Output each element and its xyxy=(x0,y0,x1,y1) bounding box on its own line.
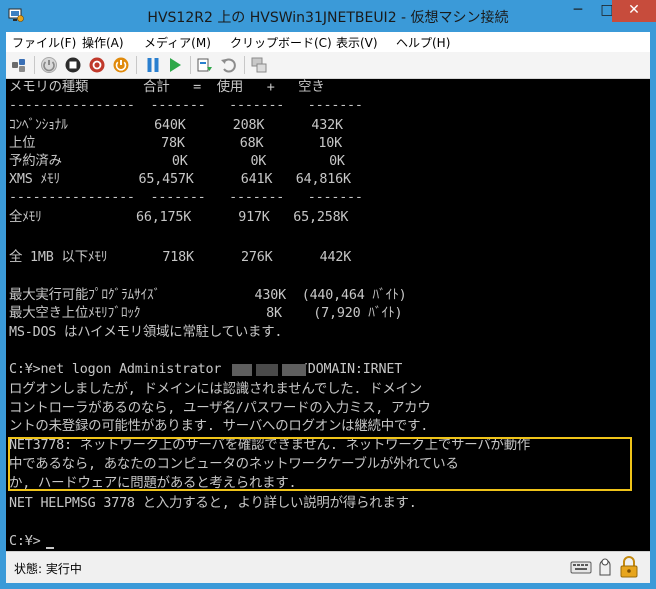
toolbar xyxy=(6,52,650,79)
title-bar[interactable]: HVS12R2 上の HVSWin31JNETBEUI2 - 仮想マシン接続 ─… xyxy=(0,0,656,32)
console-line: NET HELPMSG 3778 と入力すると, より詳しい説明が得られます. xyxy=(9,496,417,511)
console-line: 上位 78K 68K 10K xyxy=(9,136,342,151)
toolbar-separator xyxy=(136,56,137,74)
console-line: ---------------- ------- ------- ------- xyxy=(9,98,363,113)
text-cursor xyxy=(46,547,54,549)
console-line: ｺﾝﾍﾞﾝｼｮﾅﾙ 640K 208K 432K xyxy=(9,118,343,133)
lock-icon xyxy=(620,556,638,578)
close-button[interactable]: ✕ xyxy=(612,0,656,22)
status-text: 状態: 実行中 xyxy=(14,562,82,576)
minimize-button[interactable]: ─ xyxy=(563,0,593,22)
start-icon[interactable] xyxy=(40,56,58,74)
menu-file[interactable]: ファイル(F) xyxy=(12,34,76,51)
console-line: ログオンしましたが, ドメインには認識されませんでした. ドメイン xyxy=(9,382,422,397)
menu-help[interactable]: ヘルプ(H) xyxy=(396,34,450,51)
console-line: 全ﾒﾓﾘ 66,175K 917K 65,258K xyxy=(9,210,349,225)
console-line: 最大空き上位ﾒﾓﾘﾌﾞﾛｯｸ 8K (7,920 ﾊﾞｲﾄ) xyxy=(9,306,403,321)
keyboard-icon xyxy=(570,561,592,574)
status-bar: 状態: 実行中 xyxy=(6,551,650,583)
revert-icon[interactable] xyxy=(220,56,238,74)
redacted-username xyxy=(232,361,308,379)
console-line: ---------------- ------- ------- ------- xyxy=(9,190,363,205)
pause-icon[interactable] xyxy=(144,56,162,74)
console-line: XMS ﾒﾓﾘ 65,457K 641K 64,816K xyxy=(9,172,351,187)
error-highlight-box xyxy=(8,437,632,491)
vm-console-screen[interactable]: メモリの種類 合計 = 使用 + 空き ---------------- ---… xyxy=(6,79,650,551)
toolbar-separator xyxy=(244,56,245,74)
toolbar-separator xyxy=(34,56,35,74)
menu-bar: ファイル(F) 操作(A) メディア(M) クリップボード(C) 表示(V) ヘ… xyxy=(6,32,650,52)
ctrl-alt-del-icon[interactable] xyxy=(11,56,29,74)
resume-icon[interactable] xyxy=(166,56,184,74)
console-prompt: C:¥> xyxy=(9,534,41,549)
menu-clipboard[interactable]: クリップボード(C) xyxy=(230,34,332,51)
console-line: 予約済み 0K 0K 0K xyxy=(9,154,345,169)
menu-view[interactable]: 表示(V) xyxy=(336,34,378,51)
toolbar-separator xyxy=(190,56,191,74)
window-title: HVS12R2 上の HVSWin31JNETBEUI2 - 仮想マシン接続 xyxy=(147,10,509,26)
menu-media[interactable]: メディア(M) xyxy=(144,34,211,51)
console-line: 全 1MB 以下ﾒﾓﾘ 718K 276K 442K xyxy=(9,250,352,265)
console-line: ントの未登録の可能性があります. サーバへのログオンは継続中です. xyxy=(9,419,429,434)
turn-off-icon[interactable] xyxy=(64,56,82,74)
shutdown-icon[interactable] xyxy=(88,56,106,74)
console-line: メモリの種類 合計 = 使用 + 空き xyxy=(9,80,325,95)
enhanced-session-icon[interactable] xyxy=(250,56,268,74)
checkpoint-icon[interactable] xyxy=(196,56,214,74)
console-line: C:¥>net logon Administrator /DOMAIN:IRNE… xyxy=(9,362,403,377)
console-line: コントローラがあるのなら, ユーザ名/パスワードの入力ミス, アカウ xyxy=(9,401,431,416)
vm-connection-window: HVS12R2 上の HVSWin31JNETBEUI2 - 仮想マシン接続 ─… xyxy=(0,0,656,589)
power-icon[interactable] xyxy=(112,56,130,74)
mouse-capture-icon xyxy=(599,558,611,576)
menu-action[interactable]: 操作(A) xyxy=(82,34,124,51)
console-line: 最大実行可能ﾌﾟﾛｸﾞﾗﾑｻｲｽﾞ 430K (440,464 ﾊﾞｲﾄ) xyxy=(9,288,407,303)
console-line: MS-DOS はハイメモリ領域に常駐しています. xyxy=(9,325,283,340)
